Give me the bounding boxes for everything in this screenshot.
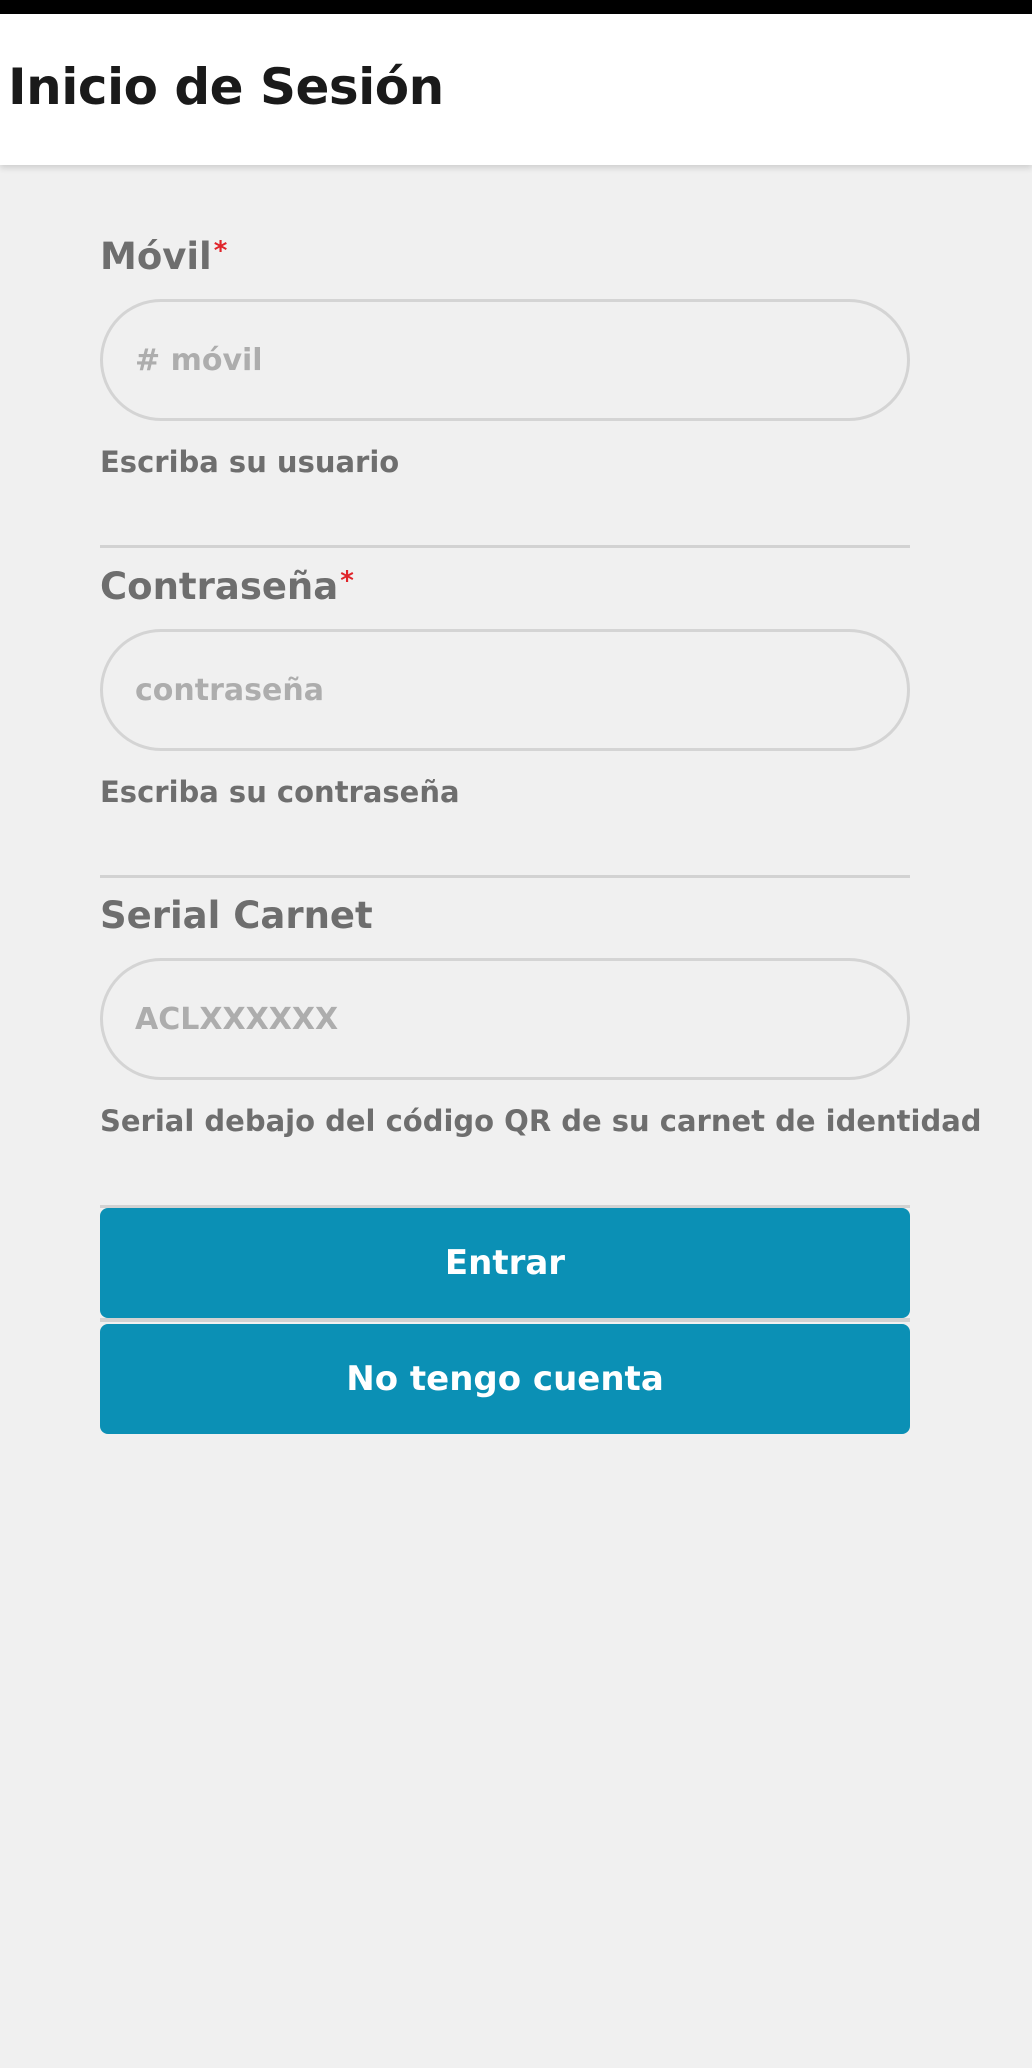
status-bar <box>0 0 1032 14</box>
required-marker: * <box>213 236 228 266</box>
serial-hint: Serial debajo del código QR de su carnet… <box>100 1104 982 1138</box>
required-marker: * <box>340 566 354 596</box>
password-hint: Escriba su contraseña <box>100 775 460 809</box>
no-account-button[interactable]: No tengo cuenta <box>100 1324 910 1434</box>
serial-field-group: Serial Carnet Serial debajo del código Q… <box>100 824 982 1208</box>
mobile-hint: Escriba su usuario <box>100 445 400 479</box>
page-title: Inicio de Sesión <box>8 58 444 116</box>
serial-label-text: Serial Carnet <box>100 894 373 937</box>
mobile-input[interactable] <box>100 299 910 421</box>
password-label: Contraseña* <box>100 565 354 608</box>
password-field-group: Contraseña* Escriba su contraseña <box>100 495 910 878</box>
serial-input[interactable] <box>100 958 910 1080</box>
password-label-text: Contraseña <box>100 565 339 608</box>
password-input[interactable] <box>100 629 910 751</box>
app-header: Inicio de Sesión <box>0 14 1032 165</box>
mobile-label: Móvil* <box>100 235 228 278</box>
mobile-label-text: Móvil <box>100 235 212 278</box>
login-button[interactable]: Entrar <box>100 1208 910 1318</box>
mobile-field-group: Móvil* Escriba su usuario <box>100 165 910 548</box>
divider <box>100 1318 910 1322</box>
serial-label: Serial Carnet <box>100 894 373 937</box>
